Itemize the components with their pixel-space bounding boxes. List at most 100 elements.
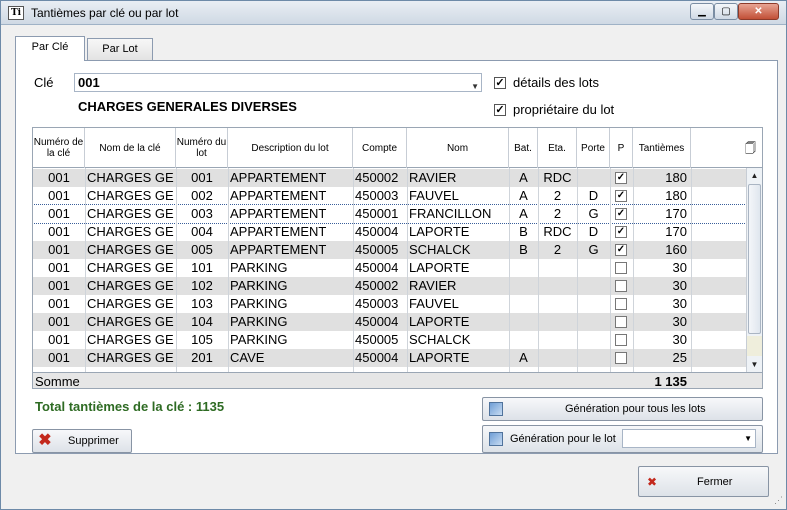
table-row[interactable]: 001 CHARGES GE 003 APPARTEMENT 450001 FRANCIL… xyxy=(33,204,747,224)
col-bat-cell: A xyxy=(519,170,528,185)
scroll-track[interactable] xyxy=(747,336,762,356)
col-numero-cle-cell: 001 xyxy=(48,170,70,185)
col-tantiemes-header[interactable]: Tantièmes xyxy=(633,128,691,168)
table-row[interactable]: 001 CHARGES GE 001 APPARTEMENT 450002 RAVIER A… xyxy=(33,169,746,187)
col-description-lot-cell: PARKING xyxy=(230,296,288,311)
col-nom-cell: SCHALCK xyxy=(409,332,471,347)
col-numero-lot-cell: 104 xyxy=(191,314,213,329)
image-icon xyxy=(489,432,503,446)
col-tantiemes-cell: 160 xyxy=(665,242,687,257)
col-compte-cell: 450003 xyxy=(355,188,399,203)
proprietaire-checkbox[interactable] xyxy=(615,298,627,310)
details-lots-label: détails des lots xyxy=(513,75,599,90)
col-eta-header[interactable]: Eta. xyxy=(538,128,577,168)
col-compte-cell: 450005 xyxy=(355,332,399,347)
title-bar[interactable]: Ti Tantièmes par clé ou par lot ▁ ▢ ✕ xyxy=(1,1,786,25)
col-nom-header[interactable]: Nom xyxy=(407,128,509,168)
table-row[interactable]: 001 CHARGES GE 002 APPARTEMENT 450003 FAUVEL A… xyxy=(33,187,746,205)
proprietaire-checkbox[interactable] xyxy=(615,262,627,274)
col-numero-lot-cell: 004 xyxy=(191,224,213,239)
col-numero-cle-cell: 001 xyxy=(48,332,70,347)
scroll-thumb[interactable] xyxy=(748,184,761,334)
col-bat-cell: A xyxy=(519,350,528,365)
col-eta-cell: 2 xyxy=(553,242,562,257)
col-description-lot-cell: PARKING xyxy=(230,314,288,329)
col-tantiemes-cell: 180 xyxy=(665,188,687,203)
close-icon: ✖ xyxy=(646,475,658,489)
col-compte-cell: 450004 xyxy=(355,314,399,329)
col-nom-cle-cell: CHARGES GE xyxy=(87,278,174,293)
cle-select[interactable]: 001 ▼ xyxy=(74,73,482,92)
col-description-lot-header[interactable]: Description du lot xyxy=(228,128,353,168)
proprietaire-checkbox[interactable]: ✓ xyxy=(615,172,627,184)
table-row[interactable]: 001 CHARGES GE 004 APPARTEMENT 450004 LAPORTE… xyxy=(33,223,746,241)
proprietaire-checkbox[interactable]: ✓ xyxy=(615,190,627,202)
tab-par-cle[interactable]: Par Clé xyxy=(15,36,85,61)
resize-grip-icon[interactable]: ⋰ xyxy=(774,495,783,506)
col-tantiemes-cell: 30 xyxy=(672,314,687,329)
col-p-header[interactable]: P xyxy=(610,128,633,168)
grid-divider xyxy=(691,168,692,372)
col-description-lot-cell: APPARTEMENT xyxy=(230,206,327,221)
col-numero-cle-cell: 001 xyxy=(48,350,70,365)
col-nom-cle-cell: CHARGES GE xyxy=(87,350,174,365)
col-tantiemes-cell: 30 xyxy=(672,260,687,275)
col-bat-cell xyxy=(509,277,538,295)
scroll-up-icon[interactable]: ▲ xyxy=(747,168,762,183)
col-description-lot-cell: APPARTEMENT xyxy=(230,170,327,185)
grid-divider xyxy=(407,168,408,372)
details-lots-checkbox[interactable]: ✓ xyxy=(494,77,506,89)
col-eta-cell: 2 xyxy=(553,206,562,221)
table-row[interactable]: 001 CHARGES GE 201 CAVE 450004 LAPORTE A 25 xyxy=(33,349,746,367)
fermer-button[interactable]: ✖ Fermer xyxy=(638,466,769,497)
col-nom-cle-header[interactable]: Nom de la clé xyxy=(85,128,176,168)
col-numero-cle-header[interactable]: Numéro de la clé xyxy=(33,128,85,168)
col-nom-cle-cell: CHARGES GE xyxy=(87,188,174,203)
generation-tous-lots-button[interactable]: Génération pour tous les lots xyxy=(482,397,763,421)
proprietaire-checkbox[interactable] xyxy=(615,316,627,328)
grid-divider xyxy=(577,168,578,372)
grid-divider xyxy=(85,168,86,372)
scroll-down-icon[interactable]: ▼ xyxy=(747,357,762,372)
col-porte-cell xyxy=(577,313,610,331)
column-chooser-icon[interactable]: 🗍 xyxy=(745,140,756,159)
table-row[interactable]: 001 CHARGES GE 104 PARKING 450004 LAPORTE 30 xyxy=(33,313,746,331)
col-numero-lot-header[interactable]: Numéro du lot xyxy=(176,128,228,168)
col-bat-header[interactable]: Bat. xyxy=(509,128,538,168)
col-numero-lot-cell: 005 xyxy=(191,242,213,257)
proprietaire-checkbox[interactable] xyxy=(615,280,627,292)
col-compte-header[interactable]: Compte xyxy=(353,128,407,168)
col-compte-cell: 450005 xyxy=(355,242,399,257)
proprietaire-checkbox[interactable]: ✓ xyxy=(615,244,627,256)
cle-value: 001 xyxy=(78,75,100,90)
col-eta-cell xyxy=(538,259,577,277)
proprietaire-checkbox[interactable]: ✓ xyxy=(615,208,627,220)
col-bat-cell: A xyxy=(519,188,528,203)
table-row[interactable]: 001 CHARGES GE 102 PARKING 450002 RAVIER 30 xyxy=(33,277,746,295)
table-row[interactable]: 001 CHARGES GE 103 PARKING 450003 FAUVEL 30 xyxy=(33,295,746,313)
proprietaire-checkbox[interactable] xyxy=(615,334,627,346)
table-row[interactable]: 001 CHARGES GE 101 PARKING 450004 LAPORTE 30 xyxy=(33,259,746,277)
maximize-button[interactable]: ▢ xyxy=(714,3,738,20)
col-nom-cell: RAVIER xyxy=(409,278,457,293)
table-row[interactable]: 001 CHARGES GE 005 APPARTEMENT 450005 SCHALCK… xyxy=(33,241,746,259)
col-nom-cell: LAPORTE xyxy=(409,260,470,275)
col-bat-cell: B xyxy=(519,224,528,239)
col-porte-header[interactable]: Porte xyxy=(577,128,610,168)
col-porte-cell xyxy=(577,169,610,187)
minimize-button[interactable]: ▁ xyxy=(690,3,714,20)
col-numero-cle-cell: 001 xyxy=(48,188,70,203)
proprietaire-lot-checkbox[interactable]: ✓ xyxy=(494,104,506,116)
col-compte-cell: 450002 xyxy=(355,170,399,185)
col-nom-cle-cell: CHARGES GE xyxy=(87,224,174,239)
proprietaire-checkbox[interactable] xyxy=(615,352,627,364)
proprietaire-checkbox[interactable]: ✓ xyxy=(615,226,627,238)
lot-select[interactable]: ▼ xyxy=(622,429,756,448)
supprimer-button[interactable]: ✖ Supprimer xyxy=(32,429,132,453)
table-row[interactable]: 001 CHARGES GE 105 PARKING 450005 SCHALCK 30 xyxy=(33,331,746,349)
tab-par-lot[interactable]: Par Lot xyxy=(87,38,153,60)
grid-scrollbar[interactable]: ▲ ▼ xyxy=(746,168,762,372)
close-button[interactable]: ✕ xyxy=(738,3,779,20)
grid-divider xyxy=(353,168,354,372)
supprimer-label: Supprimer xyxy=(68,435,119,447)
